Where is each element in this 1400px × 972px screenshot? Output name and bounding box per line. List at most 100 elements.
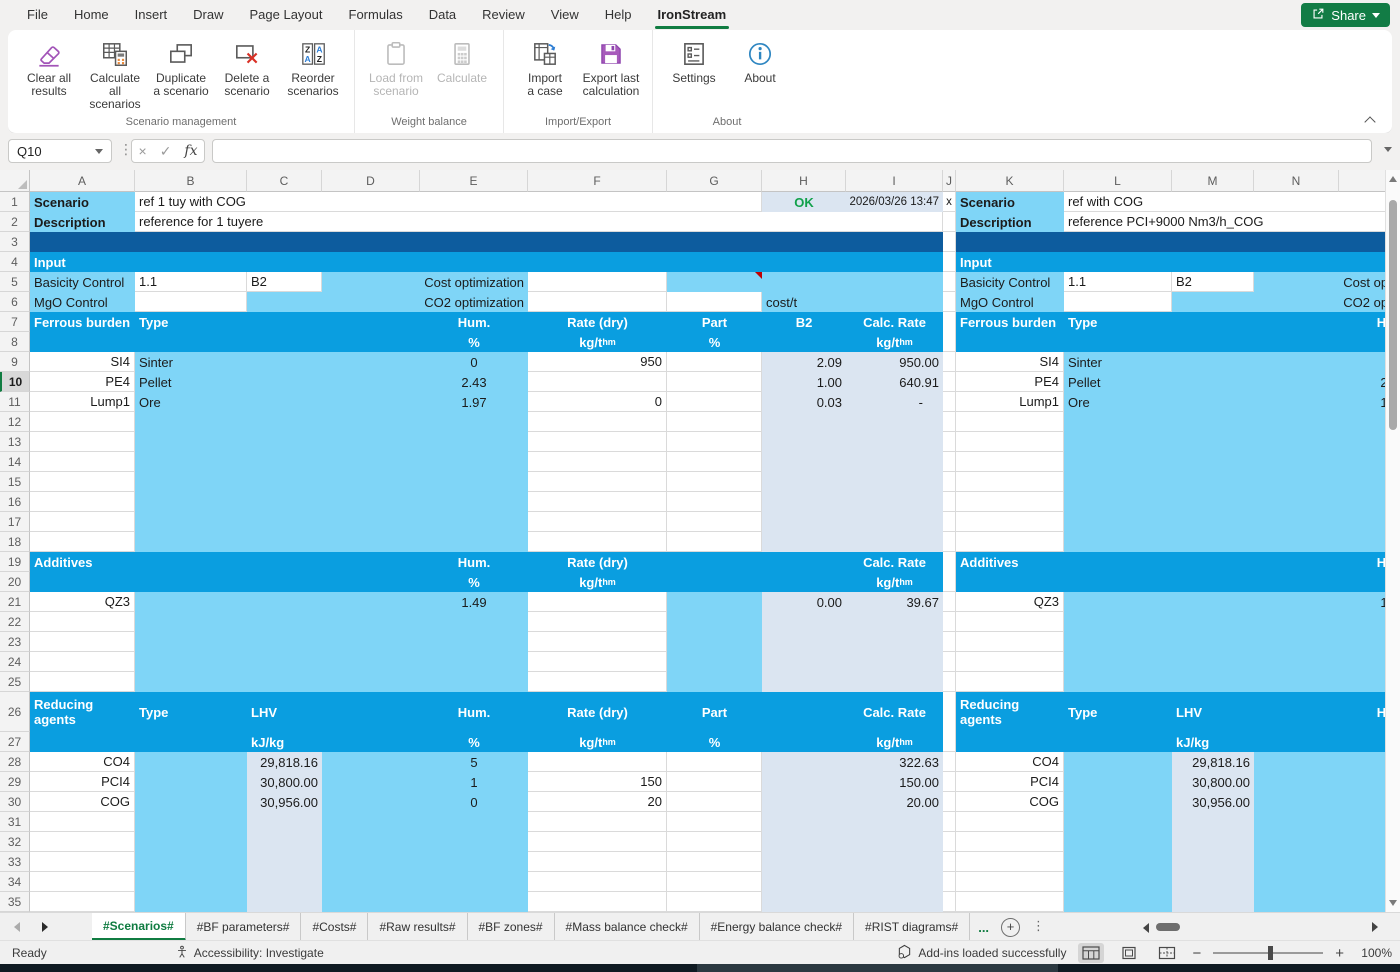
cell-K11[interactable]: Lump1 xyxy=(956,392,1064,412)
cell-G19[interactable] xyxy=(667,552,846,592)
cell-F10[interactable] xyxy=(528,372,667,392)
col-header-D[interactable]: D xyxy=(322,170,420,192)
row-header-22[interactable]: 22 xyxy=(0,612,30,632)
cell-E10[interactable]: 2.43 xyxy=(420,372,528,392)
cell-J14[interactable] xyxy=(943,452,956,472)
cell-F35[interactable] xyxy=(528,892,667,912)
cell-B33[interactable] xyxy=(135,852,247,872)
row-header-4[interactable]: 4 xyxy=(0,252,30,272)
cell-L34[interactable] xyxy=(1064,872,1172,892)
horizontal-scrollbar-thumb[interactable] xyxy=(1156,923,1180,931)
cell-L28[interactable] xyxy=(1064,752,1172,772)
cell-L10[interactable]: Pellet xyxy=(1064,372,1172,392)
cell-K17[interactable] xyxy=(956,512,1064,532)
cell-E30[interactable]: 0 xyxy=(420,792,528,812)
ribbon-tab-view[interactable]: View xyxy=(538,0,592,30)
cell-J29[interactable] xyxy=(943,772,956,792)
cell-B10[interactable]: Pellet xyxy=(135,372,247,392)
cell-H21[interactable]: 0.00 xyxy=(762,592,846,612)
cell-G7[interactable]: Part% xyxy=(667,312,762,352)
cell-L19[interactable] xyxy=(1064,552,1339,592)
cell-B7[interactable]: Type xyxy=(135,312,247,352)
row-header-8[interactable]: 8 xyxy=(0,332,30,352)
formula-input[interactable] xyxy=(212,139,1372,163)
cell-F28[interactable] xyxy=(528,752,667,772)
vertical-scrollbar[interactable] xyxy=(1385,170,1400,912)
cell-M11[interactable] xyxy=(1172,392,1339,412)
cell-B23[interactable] xyxy=(135,632,528,652)
cell-F26[interactable]: Rate (dry)kg/thm xyxy=(528,692,667,752)
cell-I30[interactable]: 20.00 xyxy=(846,792,943,812)
cell-I26[interactable]: Calc. Ratekg/thm xyxy=(846,692,943,752)
cell-G35[interactable] xyxy=(667,892,762,912)
cell-A11[interactable]: Lump1 xyxy=(30,392,135,412)
ribbon-tab-help[interactable]: Help xyxy=(592,0,645,30)
col-header-L[interactable]: L xyxy=(1064,170,1172,192)
previous-sheet-icon[interactable] xyxy=(14,922,20,932)
export-last-calculation-button[interactable]: Export lastcalculation xyxy=(580,34,642,113)
cell-H15[interactable] xyxy=(762,472,943,492)
cell-H31[interactable] xyxy=(762,812,943,832)
cell-K24[interactable] xyxy=(956,652,1064,672)
cell-A16[interactable] xyxy=(30,492,135,512)
cell-N31[interactable] xyxy=(1254,812,1339,832)
cell-M33[interactable] xyxy=(1172,852,1254,872)
cell-O21[interactable]: 1.49 xyxy=(1339,592,1385,612)
cell-O10[interactable]: 2.43 xyxy=(1339,372,1385,392)
name-box[interactable]: Q10 xyxy=(8,139,112,163)
cell-A4[interactable]: Input xyxy=(30,252,943,272)
duplicate-a-scenario-button[interactable]: Duplicatea scenario xyxy=(150,34,212,113)
cell-C29[interactable]: 30,800.00 xyxy=(247,772,322,792)
cell-M7[interactable] xyxy=(1172,312,1339,352)
cell-M10[interactable] xyxy=(1172,372,1339,392)
sheet-tab-raw-results[interactable]: #Raw results# xyxy=(368,913,467,941)
cell-L14[interactable] xyxy=(1064,452,1385,472)
cell-N26[interactable] xyxy=(1254,692,1339,752)
cell-B9[interactable]: Sinter xyxy=(135,352,247,372)
row-header-33[interactable]: 33 xyxy=(0,852,30,872)
zoom-level[interactable]: 100% xyxy=(1356,946,1392,960)
zoom-slider-thumb[interactable] xyxy=(1268,946,1273,960)
cell-O19[interactable]: Hum.% xyxy=(1339,552,1385,592)
cell-L35[interactable] xyxy=(1064,892,1172,912)
clear-all-results-button[interactable]: Clear allresults xyxy=(18,34,80,113)
about-button[interactable]: About xyxy=(729,34,791,113)
cell-B5[interactable]: 1.1 xyxy=(135,272,247,292)
cell-O11[interactable]: 1.97 xyxy=(1339,392,1385,412)
cell-J16[interactable] xyxy=(943,492,956,512)
cell-M31[interactable] xyxy=(1172,812,1254,832)
cell-G17[interactable] xyxy=(667,512,762,532)
cell-A33[interactable] xyxy=(30,852,135,872)
cell-F19[interactable]: Rate (dry)kg/thm xyxy=(528,552,667,592)
col-header-B[interactable]: B xyxy=(135,170,247,192)
cell-K5[interactable]: Basicity Control xyxy=(956,272,1064,292)
row-header-7[interactable]: 7 xyxy=(0,312,30,332)
cell-H34[interactable] xyxy=(762,872,943,892)
cell-G28[interactable] xyxy=(667,752,762,772)
enter-icon[interactable]: ✓ xyxy=(160,143,172,160)
cell-J21[interactable] xyxy=(943,592,956,612)
row-header-5[interactable]: 5 xyxy=(0,272,30,292)
cell-I9[interactable]: 950.00 xyxy=(846,352,943,372)
cell-K10[interactable]: PE4 xyxy=(956,372,1064,392)
cell-H24[interactable] xyxy=(762,652,943,672)
cell-F17[interactable] xyxy=(528,512,667,532)
cell-A31[interactable] xyxy=(30,812,135,832)
cell-J5[interactable] xyxy=(943,272,956,292)
cell-F12[interactable] xyxy=(528,412,667,432)
cell-E11[interactable]: 1.97 xyxy=(420,392,528,412)
cell-L1[interactable]: ref with COG xyxy=(1064,192,1385,212)
cell-K26[interactable]: Reducing agents xyxy=(956,692,1064,752)
cell-L15[interactable] xyxy=(1064,472,1385,492)
cell-K4[interactable]: Input xyxy=(956,252,1385,272)
cell-G18[interactable] xyxy=(667,532,762,552)
cell-J25[interactable] xyxy=(943,672,956,692)
insert-function-icon[interactable]: fx xyxy=(184,143,197,159)
cell-H12[interactable] xyxy=(762,412,943,432)
row-header-9[interactable]: 9 xyxy=(0,352,30,372)
cell-K1[interactable]: Scenario xyxy=(956,192,1064,212)
cell-J17[interactable] xyxy=(943,512,956,532)
cell-K9[interactable]: SI4 xyxy=(956,352,1064,372)
cell-A18[interactable] xyxy=(30,532,135,552)
cell-B17[interactable] xyxy=(135,512,528,532)
